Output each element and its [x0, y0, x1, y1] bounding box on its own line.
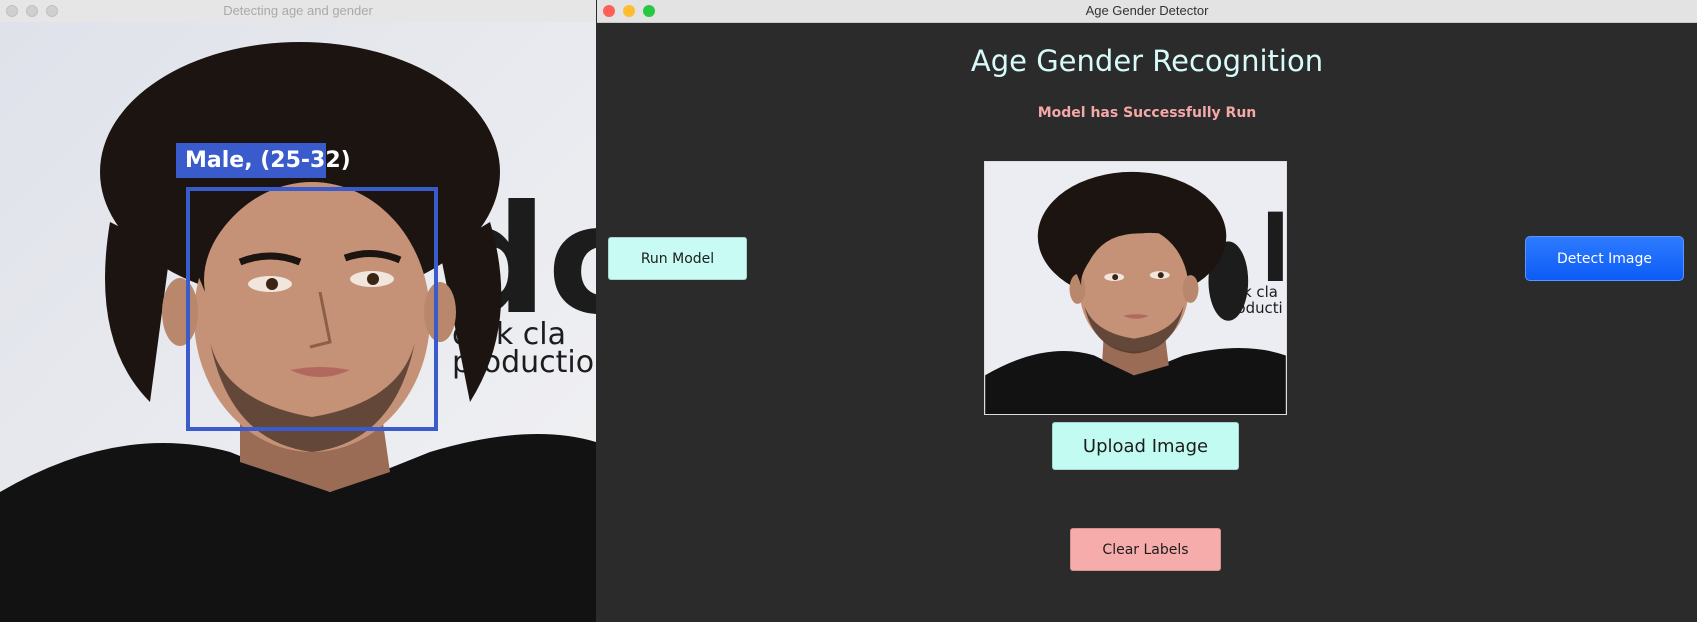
preview-logo-line2: producti	[1221, 299, 1282, 317]
detect-image-button[interactable]: Detect Image	[1525, 236, 1684, 281]
window-controls	[6, 5, 58, 17]
close-window-icon[interactable]	[603, 5, 615, 17]
window-controls	[603, 5, 655, 17]
app-heading: Age Gender Recognition	[970, 44, 1324, 78]
app-window-titlebar[interactable]: Age Gender Detector	[597, 0, 1697, 23]
detection-label: Male, (25-32)	[176, 143, 351, 178]
detection-window: Detecting age and gender dc dick cla pro…	[0, 0, 596, 622]
status-message: Model has Successfully Run	[1037, 105, 1257, 121]
zoom-window-icon[interactable]	[643, 5, 655, 17]
clear-labels-button[interactable]: Clear Labels	[1070, 528, 1221, 571]
detection-window-title: Detecting age and gender	[223, 3, 373, 18]
app-window: Age Gender Detector Age Gender Recogniti…	[597, 0, 1697, 622]
detection-window-titlebar[interactable]: Detecting age and gender	[0, 0, 596, 23]
app-window-title: Age Gender Detector	[1085, 3, 1209, 18]
zoom-window-icon[interactable]	[46, 5, 58, 17]
run-model-button[interactable]: Run Model	[608, 237, 747, 280]
close-window-icon[interactable]	[6, 5, 18, 17]
minimize-window-icon[interactable]	[26, 5, 38, 17]
upload-image-button[interactable]: Upload Image	[1052, 422, 1239, 470]
uploaded-image-preview: dick cla producti	[984, 161, 1287, 415]
minimize-window-icon[interactable]	[623, 5, 635, 17]
face-bounding-box	[186, 187, 438, 431]
